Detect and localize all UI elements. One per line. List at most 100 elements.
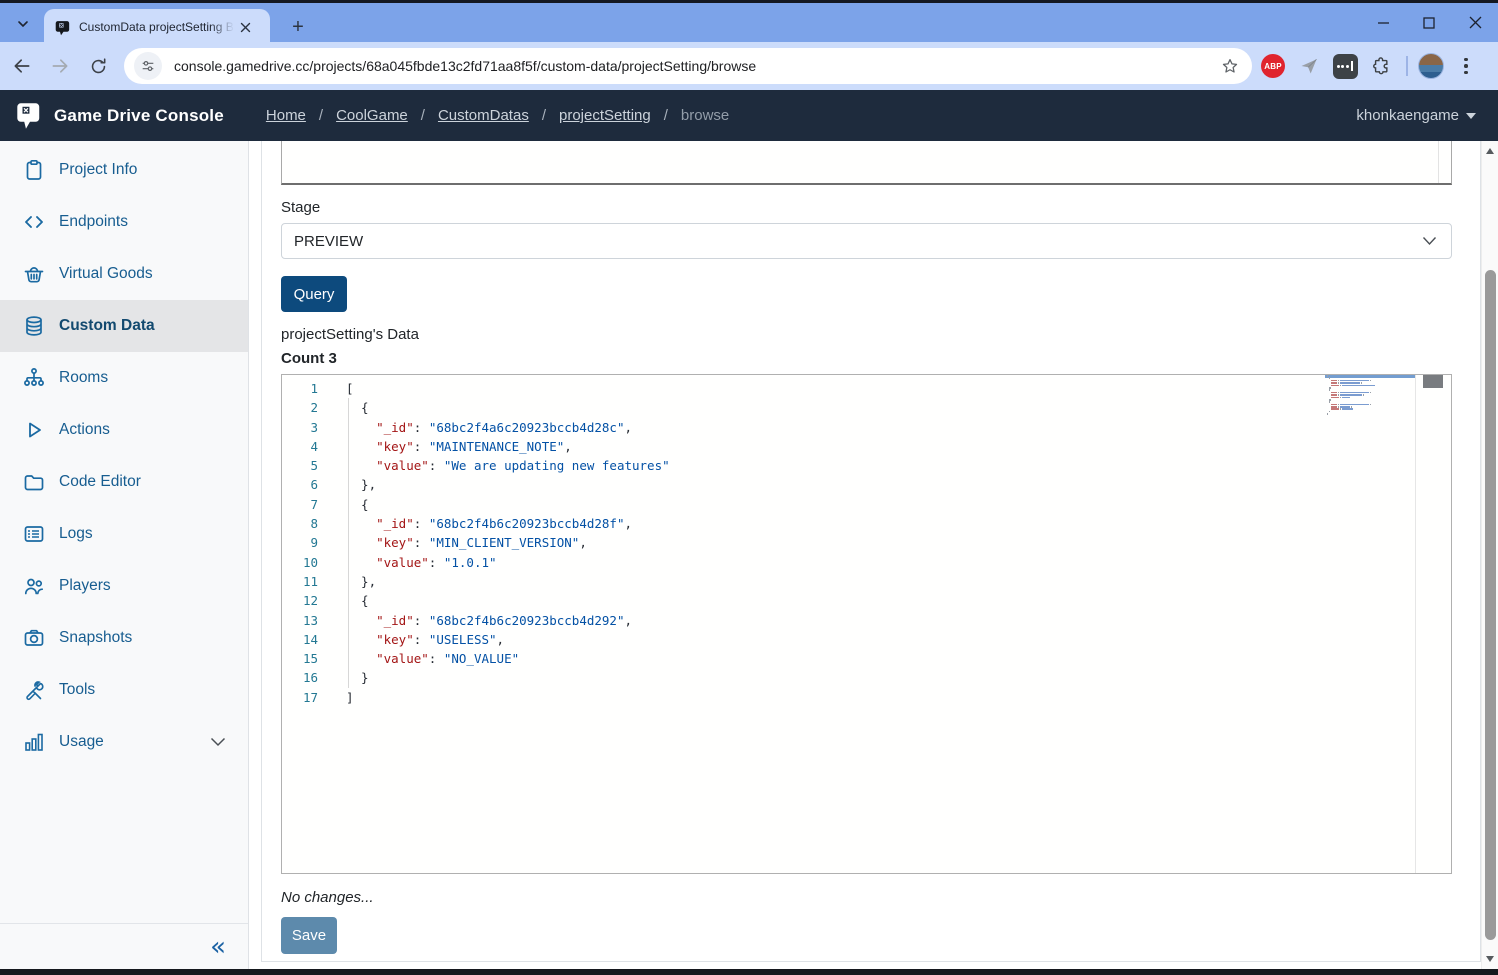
- minimap-line: [1325, 413, 1416, 415]
- forward-button[interactable]: [44, 50, 76, 82]
- editor-minimap[interactable]: [1325, 375, 1416, 873]
- database-icon: [22, 314, 46, 338]
- line-number: 11: [282, 572, 318, 591]
- sidebar-footer: «: [0, 923, 248, 969]
- new-tab-button[interactable]: +: [284, 13, 312, 41]
- editor-scrollbar-track[interactable]: [1415, 375, 1452, 873]
- brand[interactable]: Game Drive Console: [16, 101, 224, 131]
- close-window-button[interactable]: [1452, 3, 1498, 42]
- back-button[interactable]: [6, 50, 38, 82]
- code-line[interactable]: 12 {: [282, 591, 1451, 610]
- code-line[interactable]: 7 {: [282, 495, 1451, 514]
- password-manager-extension-button[interactable]: [1330, 51, 1360, 81]
- breadcrumb-separator: /: [664, 107, 668, 124]
- sidebar-item-label: Virtual Goods: [59, 265, 153, 283]
- sidebar-item-usage[interactable]: Usage: [0, 716, 248, 768]
- reload-icon: [89, 57, 108, 76]
- line-content: "_id": "68bc2f4b6c20923bccb4d28f",: [318, 514, 632, 533]
- browser-toolbar: console.gamedrive.cc/projects/68a045fbde…: [0, 42, 1498, 90]
- sidebar-item-players[interactable]: Players: [0, 560, 248, 612]
- sidebar-item-rooms[interactable]: Rooms: [0, 352, 248, 404]
- tools-icon: [22, 678, 46, 702]
- code-line[interactable]: 9 "key": "MIN_CLIENT_VERSION",: [282, 533, 1451, 552]
- code-line[interactable]: 8 "_id": "68bc2f4b6c20923bccb4d28f",: [282, 514, 1451, 533]
- page-scrollbar[interactable]: [1481, 141, 1498, 969]
- code-line[interactable]: 17]: [282, 688, 1451, 707]
- line-content: {: [318, 398, 369, 417]
- scrollbar-thumb[interactable]: [1485, 270, 1496, 940]
- sidebar-item-endpoints[interactable]: Endpoints: [0, 196, 248, 248]
- minimize-button[interactable]: [1360, 3, 1406, 42]
- app-title: Game Drive Console: [54, 106, 224, 126]
- site-info-button[interactable]: [134, 52, 162, 80]
- user-menu[interactable]: khonkaengame: [1356, 107, 1476, 124]
- adblock-extension-button[interactable]: ABP: [1258, 51, 1288, 81]
- bookmark-button[interactable]: [1216, 52, 1244, 80]
- code-line[interactable]: 14 "key": "USELESS",: [282, 630, 1451, 649]
- code-icon: [22, 210, 46, 234]
- sidebar-item-virtual-goods[interactable]: Virtual Goods: [0, 248, 248, 300]
- sidebar-item-tools[interactable]: Tools: [0, 664, 248, 716]
- folder-icon: [22, 470, 46, 494]
- query-filter-editor[interactable]: [281, 141, 1452, 185]
- breadcrumb-item-projectsetting[interactable]: projectSetting: [559, 107, 651, 124]
- line-number: 1: [282, 379, 318, 398]
- line-content: "value": "We are updating new features": [318, 456, 670, 475]
- sidebar-item-logs[interactable]: Logs: [0, 508, 248, 560]
- changes-status-text: No changes...: [281, 889, 1480, 907]
- close-icon: [240, 22, 251, 33]
- maximize-button[interactable]: [1406, 3, 1452, 42]
- chevron-down-icon: [16, 17, 30, 31]
- data-title: projectSetting's Data: [281, 326, 1480, 344]
- query-button[interactable]: Query: [281, 276, 347, 312]
- app-navbar: Game Drive Console Home/CoolGame/CustomD…: [0, 90, 1498, 141]
- tune-icon: [140, 58, 156, 74]
- scrollbar-down-arrow-icon[interactable]: [1486, 956, 1494, 962]
- paper-plane-extension-button[interactable]: [1294, 51, 1324, 81]
- sidebar-item-actions[interactable]: Actions: [0, 404, 248, 456]
- code-line[interactable]: 11 },: [282, 572, 1451, 591]
- back-arrow-icon: [12, 56, 32, 76]
- code-line[interactable]: 13 "_id": "68bc2f4b6c20923bccb4d292",: [282, 611, 1451, 630]
- star-icon: [1221, 57, 1239, 75]
- password-manager-icon: [1333, 54, 1358, 79]
- sidebar-item-label: Usage: [59, 733, 104, 751]
- code-line[interactable]: 2 {: [282, 398, 1451, 417]
- save-button[interactable]: Save: [281, 917, 337, 954]
- sidebar-item-custom-data[interactable]: Custom Data: [0, 300, 248, 352]
- address-bar[interactable]: console.gamedrive.cc/projects/68a045fbde…: [124, 48, 1252, 84]
- code-line[interactable]: 15 "value": "NO_VALUE": [282, 649, 1451, 668]
- line-content: {: [318, 495, 369, 514]
- breadcrumb-item-customdatas[interactable]: CustomDatas: [438, 107, 529, 124]
- line-number: 14: [282, 630, 318, 649]
- stage-select[interactable]: PREVIEW: [281, 223, 1452, 259]
- code-line[interactable]: 3 "_id": "68bc2f4a6c20923bccb4d28c",: [282, 418, 1451, 437]
- extensions-button[interactable]: [1366, 51, 1396, 81]
- editor-scrollbar-thumb[interactable]: [1423, 375, 1443, 388]
- tab-close-button[interactable]: [236, 18, 254, 36]
- code-line[interactable]: 10 "value": "1.0.1": [282, 553, 1451, 572]
- code-line[interactable]: 1[: [282, 379, 1451, 398]
- sidebar-item-label: Logs: [59, 525, 93, 543]
- breadcrumb-item-coolgame[interactable]: CoolGame: [336, 107, 408, 124]
- code-line[interactable]: 6 },: [282, 475, 1451, 494]
- sidebar-item-project-info[interactable]: Project Info: [0, 144, 248, 196]
- code-line[interactable]: 5 "value": "We are updating new features…: [282, 456, 1451, 475]
- site-favicon: [55, 19, 72, 36]
- sidebar-item-label: Tools: [59, 681, 95, 699]
- breadcrumb-item-home[interactable]: Home: [266, 107, 306, 124]
- code-line[interactable]: 4 "key": "MAINTENANCE_NOTE",: [282, 437, 1451, 456]
- url-text[interactable]: console.gamedrive.cc/projects/68a045fbde…: [174, 58, 1216, 74]
- browser-menu-button[interactable]: [1452, 52, 1480, 80]
- line-number: 5: [282, 456, 318, 475]
- profile-avatar[interactable]: [1418, 53, 1444, 79]
- json-code-editor[interactable]: 1[2 {3 "_id": "68bc2f4a6c20923bccb4d28c"…: [281, 374, 1452, 874]
- code-line[interactable]: 16 }: [282, 668, 1451, 687]
- scrollbar-up-arrow-icon[interactable]: [1486, 148, 1494, 154]
- reload-button[interactable]: [82, 50, 114, 82]
- sidebar-item-snapshots[interactable]: Snapshots: [0, 612, 248, 664]
- sidebar-collapse-button[interactable]: «: [210, 934, 226, 960]
- tab-search-button[interactable]: [8, 10, 38, 38]
- browser-tab[interactable]: CustomData projectSetting Brow: [44, 9, 270, 45]
- sidebar-item-code-editor[interactable]: Code Editor: [0, 456, 248, 508]
